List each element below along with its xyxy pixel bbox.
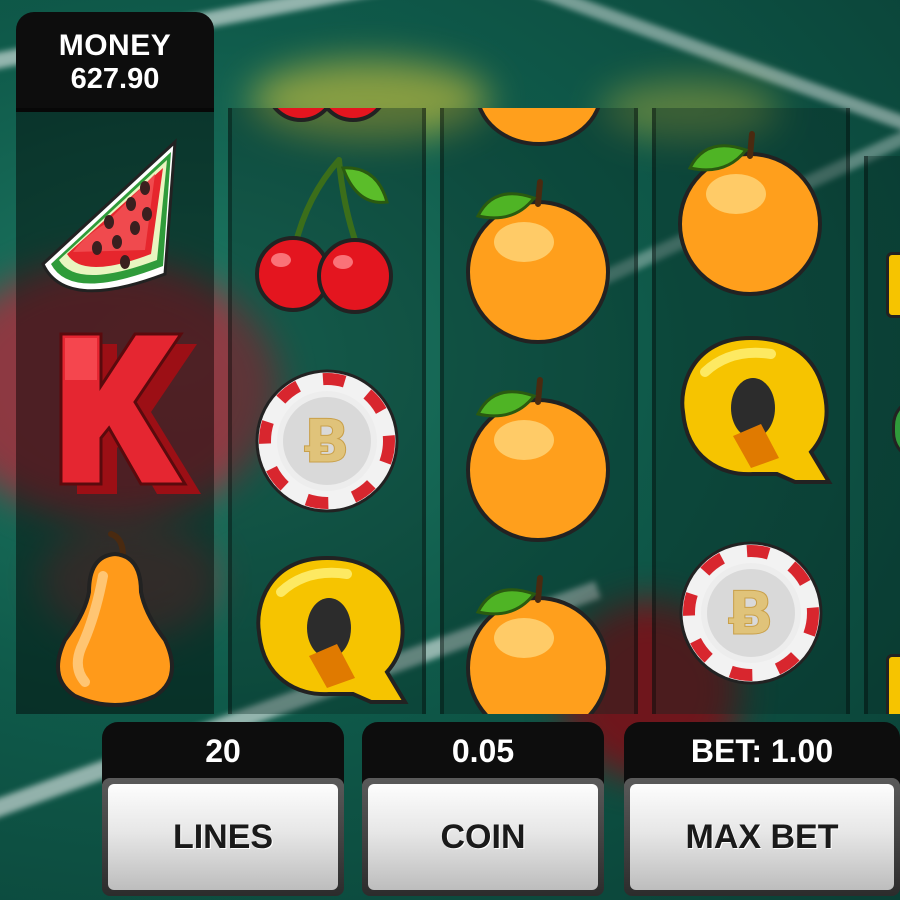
money-display: MONEY 627.90 <box>16 12 214 112</box>
lines-value: 20 <box>102 722 344 784</box>
orange-icon <box>454 572 624 714</box>
watermelon-icon <box>892 396 900 462</box>
max-bet-button[interactable]: MAX BET <box>624 778 900 896</box>
max-bet-button-label: MAX BET <box>630 784 894 890</box>
coin-value: 0.05 <box>362 722 604 784</box>
pear-icon <box>25 518 205 708</box>
money-value: 627.90 <box>70 63 160 95</box>
reel-5 <box>864 156 900 714</box>
svg-text:Ƀ: Ƀ <box>304 407 350 477</box>
bet-value: BET: 1.00 <box>624 722 900 784</box>
cherry-icon <box>247 146 407 326</box>
letter-q-icon <box>237 548 417 708</box>
letter-w-icon <box>886 252 900 318</box>
watermelon-icon <box>25 124 205 304</box>
lines-control: 20 LINES <box>102 722 344 900</box>
lines-button-label: LINES <box>108 784 338 890</box>
reel-1 <box>16 108 214 714</box>
bitcoin-chip-icon: Ƀ <box>252 366 402 516</box>
orange-icon <box>454 176 624 346</box>
orange-icon <box>454 374 624 544</box>
lines-button[interactable]: LINES <box>102 778 344 896</box>
cherry-icon <box>257 108 397 126</box>
reel-3 <box>440 108 638 714</box>
letter-k-icon <box>25 320 205 500</box>
bitcoin-chip-icon: Ƀ <box>676 538 826 688</box>
coin-button-label: COIN <box>368 784 598 890</box>
reel-2: Ƀ <box>228 108 426 714</box>
coin-control: 0.05 COIN <box>362 722 604 900</box>
letter-q-icon <box>661 328 841 488</box>
money-label: MONEY <box>58 29 172 62</box>
reel-4: Ƀ <box>652 108 850 714</box>
letter-w-icon <box>886 654 900 714</box>
bet-control: BET: 1.00 MAX BET <box>624 722 900 900</box>
coin-button[interactable]: COIN <box>362 778 604 896</box>
orange-icon <box>469 108 609 148</box>
orange-icon <box>666 128 836 298</box>
svg-text:Ƀ: Ƀ <box>728 579 774 649</box>
